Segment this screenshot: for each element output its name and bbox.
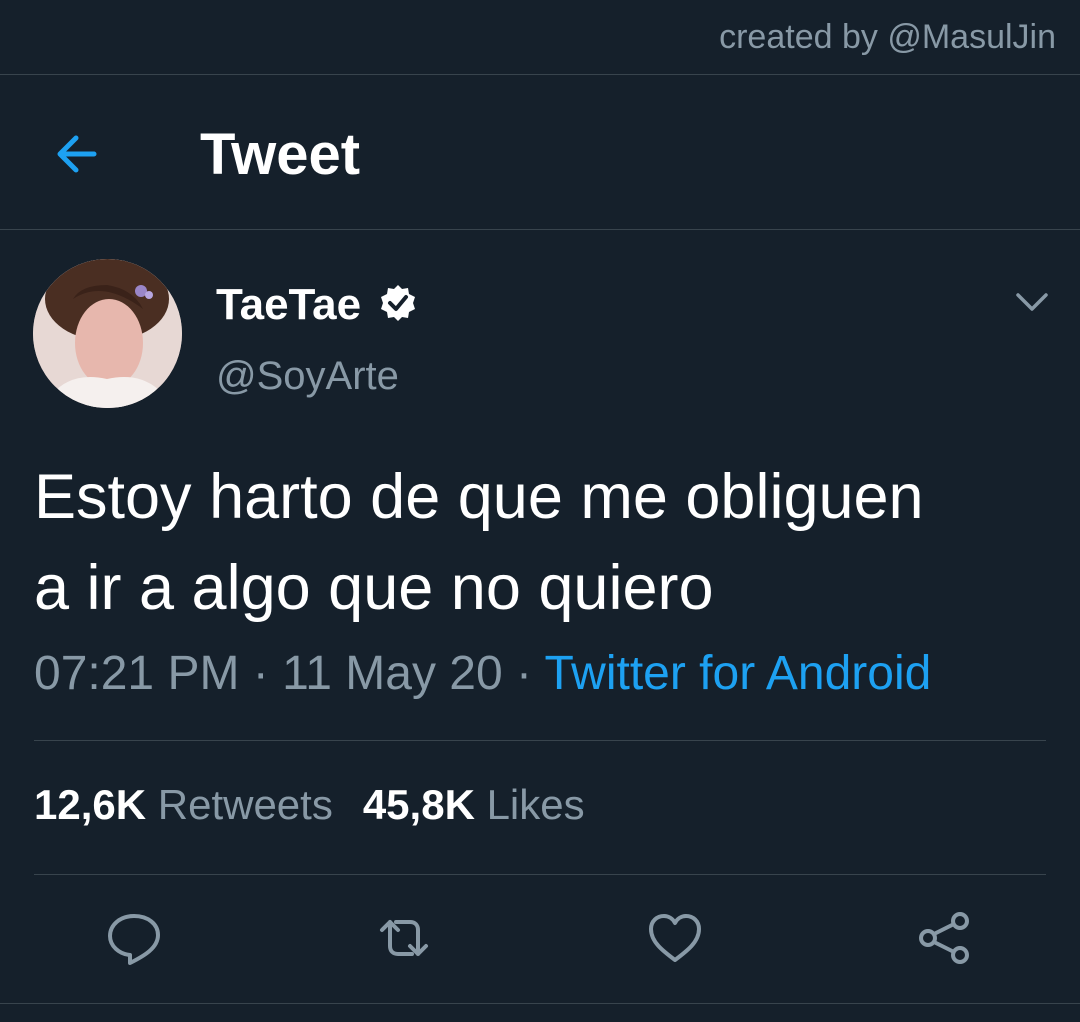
share-button[interactable] xyxy=(914,908,974,968)
reply-icon xyxy=(108,914,160,965)
retweet-button[interactable] xyxy=(374,908,434,968)
tweet-date: 11 May 20 xyxy=(282,647,503,700)
divider xyxy=(34,874,1046,875)
avatar[interactable] xyxy=(33,259,182,408)
more-options-button[interactable] xyxy=(1012,282,1052,322)
author-handle[interactable]: @SoyArte xyxy=(216,354,399,399)
divider xyxy=(34,740,1046,741)
retweets-stat[interactable]: 12,6K Retweets xyxy=(34,781,333,828)
like-button[interactable] xyxy=(645,908,705,968)
separator: · xyxy=(502,647,545,700)
divider xyxy=(0,1003,1080,1004)
watermark-credit: created by @MasulJin xyxy=(719,18,1056,56)
page-title: Tweet xyxy=(200,122,361,187)
engagement-stats: 12,6K Retweets 45,8K Likes xyxy=(34,781,585,829)
separator: · xyxy=(239,647,283,700)
back-button[interactable] xyxy=(50,127,104,181)
reply-button[interactable] xyxy=(104,908,164,968)
share-icon xyxy=(919,912,969,964)
top-bar: Tweet xyxy=(0,75,1080,229)
tweet-text-line: Estoy harto de que me obliguen xyxy=(34,462,924,532)
tweet-time: 07:21 PM xyxy=(34,647,240,700)
tweet-text-line: a ir a algo que no quiero xyxy=(34,553,714,623)
likes-stat[interactable]: 45,8K Likes xyxy=(363,781,585,828)
likes-label: Likes xyxy=(486,781,585,828)
likes-count: 45,8K xyxy=(362,781,475,828)
chevron-down-icon xyxy=(1016,293,1048,311)
tweet-text: Estoy harto de que me obliguen a ir a al… xyxy=(34,452,1044,634)
retweets-label: Retweets xyxy=(157,781,333,828)
divider xyxy=(0,229,1080,230)
like-icon xyxy=(649,914,701,962)
author-name[interactable]: TaeTae xyxy=(216,280,361,330)
retweet-icon xyxy=(380,920,428,956)
arrow-left-icon xyxy=(57,135,97,173)
verified-badge-icon xyxy=(381,285,415,321)
tweet-metadata: 07:21 PM · 11 May 20 · Twitter for Andro… xyxy=(34,646,931,701)
retweets-count: 12,6K xyxy=(34,781,147,828)
tweet-source-link[interactable]: Twitter for Android xyxy=(544,647,931,700)
avatar-image xyxy=(33,259,182,408)
